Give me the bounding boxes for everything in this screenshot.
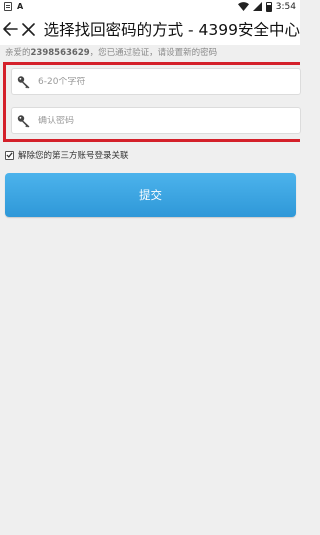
hint-prefix: 亲爱的	[5, 48, 31, 58]
wifi-icon	[237, 2, 249, 11]
a-icon: A	[17, 2, 24, 11]
arrow-left-icon	[3, 22, 18, 36]
status-time: 3:54	[275, 1, 296, 12]
unlink-checkbox[interactable]	[5, 150, 14, 160]
back-button[interactable]	[0, 13, 20, 45]
confirm-password-input[interactable]	[38, 115, 288, 126]
status-left: A	[4, 2, 23, 11]
status-bar: A 3:54	[0, 0, 300, 13]
checkmark-icon	[6, 152, 13, 158]
submit-button[interactable]: 提交	[5, 173, 296, 217]
key-icon	[17, 75, 30, 88]
unlink-third-party-row[interactable]: 解除您的第三方账号登录关联	[5, 149, 129, 161]
battery-icon	[265, 1, 272, 12]
verification-hint: 亲爱的2398563629，您已通过验证，请设置新的密码	[5, 46, 300, 58]
signal-icon	[252, 2, 262, 11]
new-password-field[interactable]	[11, 68, 301, 95]
key-icon	[17, 114, 30, 127]
confirm-password-field[interactable]	[11, 107, 301, 134]
notification-icon	[4, 2, 12, 11]
status-right: 3:54	[237, 1, 296, 12]
app-bar: 选择找回密码的方式 - 4399安全中心	[0, 13, 300, 45]
unlink-label: 解除您的第三方账号登录关联	[18, 151, 129, 161]
new-password-input[interactable]	[38, 76, 288, 87]
close-button[interactable]	[20, 13, 38, 45]
hint-account: 2398563629	[30, 48, 90, 58]
close-icon	[22, 22, 36, 36]
hint-suffix: ，您已通过验证，请设置新的密码	[89, 48, 218, 58]
page-title: 选择找回密码的方式 - 4399安全中心	[43, 21, 300, 39]
password-form-highlight	[3, 62, 301, 142]
